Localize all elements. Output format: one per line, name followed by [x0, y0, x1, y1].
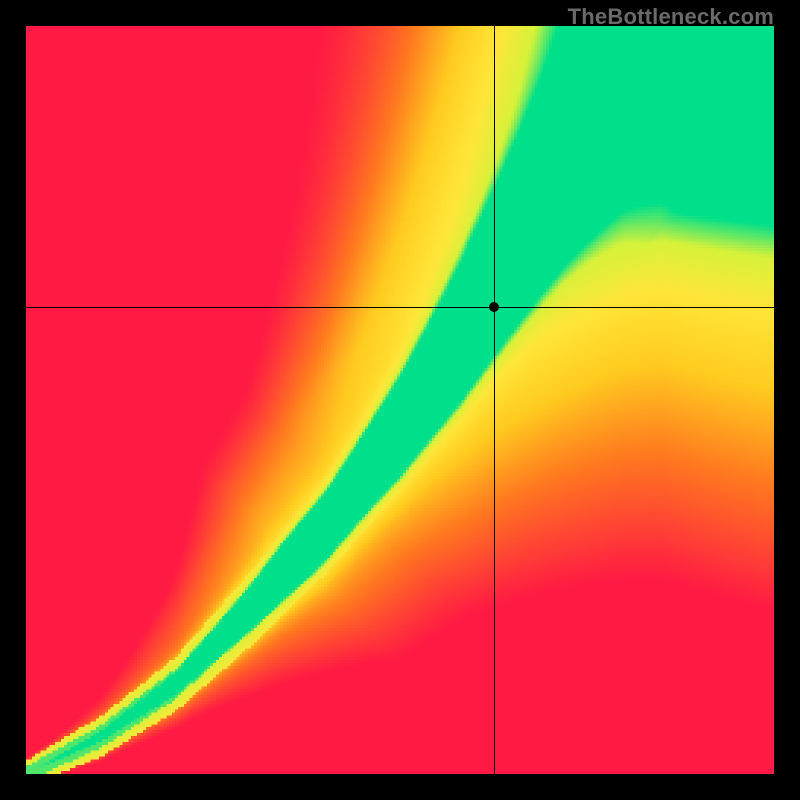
- watermark-text: TheBottleneck.com: [568, 4, 774, 30]
- crosshair-marker: [489, 302, 499, 312]
- bottleneck-heatmap: [26, 26, 774, 774]
- crosshair-horizontal: [26, 307, 774, 308]
- crosshair-vertical: [494, 26, 495, 774]
- chart-container: TheBottleneck.com: [0, 0, 800, 800]
